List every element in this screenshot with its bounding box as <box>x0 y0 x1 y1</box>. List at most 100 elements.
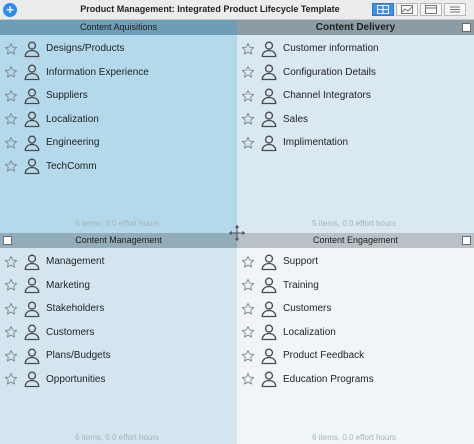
quadrant-content-management[interactable]: Content Management Management Marketing … <box>0 233 237 444</box>
quadrant-footer: 5 items, 0.0 effort hours <box>312 219 396 228</box>
item-label: Localization <box>46 113 99 125</box>
star-icon[interactable] <box>4 159 18 173</box>
list-item[interactable]: Information Experience <box>0 61 237 85</box>
quadrant-title: Content Engagement <box>237 233 474 248</box>
item-label: TechComm <box>46 160 97 172</box>
calendar-view-button[interactable] <box>420 3 442 16</box>
list-item[interactable]: Engineering <box>0 131 237 155</box>
item-label: Training <box>283 279 319 291</box>
quadrant-content-aquisitions[interactable]: Content Aquisitions Designs/Products Inf… <box>0 20 237 233</box>
star-icon[interactable] <box>241 278 255 292</box>
person-icon <box>260 253 278 271</box>
star-icon[interactable] <box>4 302 18 316</box>
quadrant-checkbox[interactable] <box>3 236 12 245</box>
list-item[interactable]: Opportunities <box>0 368 237 392</box>
list-item[interactable]: Product Feedback <box>237 344 474 368</box>
person-icon <box>260 110 278 128</box>
star-icon[interactable] <box>4 372 18 386</box>
person-icon <box>23 323 41 341</box>
list-item[interactable]: Channel Integrators <box>237 84 474 108</box>
quadrant-checkbox[interactable] <box>462 23 471 32</box>
list-item[interactable]: Plans/Budgets <box>0 344 237 368</box>
star-icon[interactable] <box>4 136 18 150</box>
star-icon[interactable] <box>4 42 18 56</box>
list-item[interactable]: Sales <box>237 108 474 132</box>
list-item[interactable]: Customers <box>237 297 474 321</box>
list-item[interactable]: Suppliers <box>0 84 237 108</box>
item-label: Implimentation <box>283 137 349 149</box>
star-icon[interactable] <box>241 302 255 316</box>
star-icon[interactable] <box>4 112 18 126</box>
chart-icon <box>401 5 413 14</box>
star-icon[interactable] <box>4 255 18 269</box>
item-label: Customers <box>46 326 95 338</box>
person-icon <box>23 157 41 175</box>
star-icon[interactable] <box>241 325 255 339</box>
item-label: Configuration Details <box>283 66 376 78</box>
quadrant-footer: 6 items, 0.0 effort hours <box>312 433 396 442</box>
quadrant-footer: 6 items, 0.0 effort hours <box>75 433 159 442</box>
quadrant-footer: 6 items, 0.0 effort hours <box>75 219 159 228</box>
list-item[interactable]: Localization <box>0 108 237 132</box>
star-icon[interactable] <box>241 372 255 386</box>
item-list: Support Training Customers Localization … <box>237 250 474 391</box>
quadrant-content-delivery[interactable]: Content Delivery Customer information Co… <box>237 20 474 233</box>
item-label: Education Programs <box>283 373 374 385</box>
item-label: Suppliers <box>46 90 88 102</box>
list-item[interactable]: Management <box>0 250 237 274</box>
item-list: Management Marketing Stakeholders Custom… <box>0 250 237 391</box>
list-item[interactable]: Marketing <box>0 274 237 298</box>
person-icon <box>23 40 41 58</box>
list-item[interactable]: Training <box>237 274 474 298</box>
item-label: Information Experience <box>46 66 149 78</box>
star-icon[interactable] <box>241 89 255 103</box>
list-view-button[interactable] <box>444 3 466 16</box>
quadrant-content-engagement[interactable]: Content Engagement Support Training Cust… <box>237 233 474 444</box>
star-icon[interactable] <box>241 349 255 363</box>
star-icon[interactable] <box>241 136 255 150</box>
add-item-button[interactable]: + <box>3 3 17 17</box>
list-item[interactable]: Implimentation <box>237 131 474 155</box>
item-label: Sales <box>283 113 309 125</box>
list-item[interactable]: Designs/Products <box>0 37 237 61</box>
star-icon[interactable] <box>241 65 255 79</box>
move-arrows-icon[interactable] <box>228 224 246 242</box>
chart-view-button[interactable] <box>396 3 418 16</box>
person-icon <box>260 134 278 152</box>
item-label: Opportunities <box>46 373 106 385</box>
star-icon[interactable] <box>4 278 18 292</box>
item-label: Channel Integrators <box>283 90 371 102</box>
star-icon[interactable] <box>241 112 255 126</box>
item-label: Localization <box>283 326 336 338</box>
item-label: Customers <box>283 303 332 315</box>
star-icon[interactable] <box>4 349 18 363</box>
item-label: Stakeholders <box>46 303 105 315</box>
quadrant-title: Content Management <box>0 233 237 248</box>
person-icon <box>23 300 41 318</box>
person-icon <box>23 253 41 271</box>
item-label: Plans/Budgets <box>46 350 111 362</box>
star-icon[interactable] <box>4 325 18 339</box>
list-item[interactable]: Customers <box>0 321 237 345</box>
list-icon <box>450 6 460 13</box>
person-icon <box>260 347 278 365</box>
list-item[interactable]: Customer information <box>237 37 474 61</box>
person-icon <box>260 370 278 388</box>
list-item[interactable]: Configuration Details <box>237 61 474 85</box>
star-icon[interactable] <box>241 255 255 269</box>
item-label: Customer information <box>283 43 379 55</box>
list-item[interactable]: Localization <box>237 321 474 345</box>
list-item[interactable]: TechComm <box>0 155 237 179</box>
star-icon[interactable] <box>4 89 18 103</box>
window-title: Product Management: Integrated Product L… <box>80 4 340 14</box>
quadrant-checkbox[interactable] <box>462 236 471 245</box>
list-item[interactable]: Education Programs <box>237 368 474 392</box>
star-icon[interactable] <box>241 42 255 56</box>
list-item[interactable]: Support <box>237 250 474 274</box>
person-icon <box>260 323 278 341</box>
item-label: Management <box>46 256 105 268</box>
quadrant-view-button[interactable] <box>372 3 394 16</box>
star-icon[interactable] <box>4 65 18 79</box>
list-item[interactable]: Stakeholders <box>0 297 237 321</box>
title-bar: + Product Management: Integrated Product… <box>0 0 474 20</box>
